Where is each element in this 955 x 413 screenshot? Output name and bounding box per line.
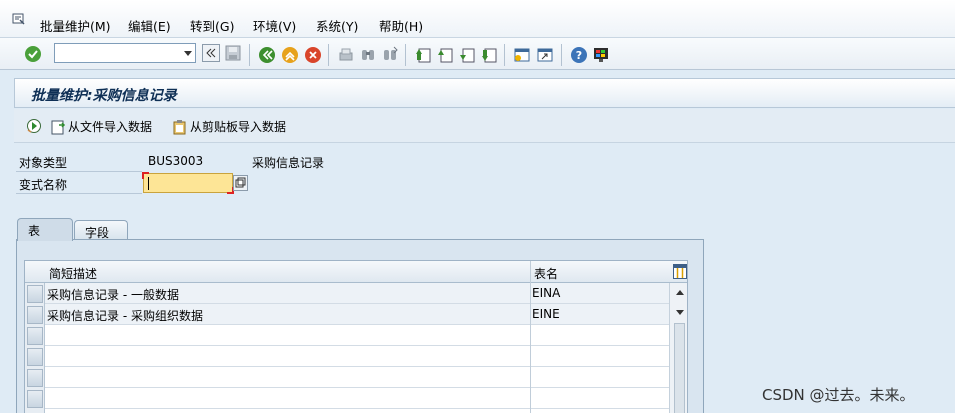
- find-next-icon[interactable]: [381, 46, 399, 64]
- label-underline: [16, 171, 142, 172]
- chevron-down-icon[interactable]: [184, 51, 192, 56]
- toolbar-separator: [504, 44, 505, 66]
- execute-icon[interactable]: [26, 118, 42, 134]
- row-table-name: EINE: [532, 307, 560, 321]
- standard-toolbar: ?: [0, 38, 955, 70]
- row-selector[interactable]: [27, 285, 43, 303]
- row-description: 采购信息记录 - 一般数据: [47, 288, 179, 302]
- shortcut-icon[interactable]: [536, 46, 554, 64]
- menu-grip-icon[interactable]: [12, 13, 26, 25]
- table-row-empty[interactable]: [45, 346, 669, 367]
- last-page-icon[interactable]: [480, 46, 498, 64]
- tab-fields-label: 字段: [85, 226, 110, 240]
- print-icon[interactable]: [337, 46, 355, 64]
- import-from-file-label: 从文件导入数据: [68, 120, 153, 134]
- find-icon[interactable]: [359, 46, 377, 64]
- object-type-description: 采购信息记录: [252, 156, 325, 170]
- application-toolbar: 从文件导入数据 从剪贴板导入数据: [14, 109, 955, 143]
- text-caret: [148, 177, 149, 190]
- variant-name-input[interactable]: [142, 172, 234, 194]
- menu-edit[interactable]: 编辑(E): [128, 16, 171, 35]
- scroll-down-icon[interactable]: [676, 310, 684, 315]
- row-description: 采购信息记录 - 采购组织数据: [47, 309, 203, 323]
- table-row[interactable]: 采购信息记录 - 采购组织数据 EINE: [45, 304, 669, 325]
- vertical-scrollbar[interactable]: [669, 283, 687, 413]
- table-settings-icon[interactable]: [673, 264, 687, 279]
- back-icon[interactable]: [258, 46, 276, 64]
- menu-system[interactable]: 系统(Y): [316, 16, 358, 35]
- toolbar-separator: [249, 44, 250, 66]
- clipboard-icon: [173, 119, 186, 134]
- tab-strip: 表 字段: [17, 218, 717, 241]
- value-help-icon[interactable]: [233, 175, 248, 191]
- structures-table: 简短描述 表名 采购信息记录 - 一般数据 EINA 采购信息记录 - 采购组织…: [24, 260, 688, 413]
- import-file-icon: [51, 120, 66, 134]
- object-type-label: 对象类型: [19, 156, 68, 170]
- row-selector[interactable]: [27, 327, 43, 345]
- table-header: 简短描述 表名: [25, 261, 687, 283]
- scroll-up-icon[interactable]: [676, 290, 684, 295]
- save-icon[interactable]: [224, 44, 242, 62]
- help-icon[interactable]: ?: [570, 46, 588, 64]
- import-from-clipboard-label: 从剪贴板导入数据: [190, 120, 287, 134]
- watermark: CSDN @过去。未来。: [762, 386, 915, 404]
- tab-fields[interactable]: 字段: [74, 220, 128, 241]
- next-page-icon[interactable]: [458, 46, 476, 64]
- scrollbar-thumb[interactable]: [674, 323, 685, 413]
- column-divider: [530, 261, 531, 413]
- collapse-icon[interactable]: [202, 44, 220, 62]
- menu-environment[interactable]: 环境(V): [253, 16, 296, 35]
- toolbar-separator: [328, 44, 329, 66]
- row-selector[interactable]: [27, 348, 43, 366]
- cancel-icon[interactable]: [304, 46, 322, 64]
- customize-layout-icon[interactable]: [592, 46, 610, 64]
- menu-batch-maintain[interactable]: 批量维护(M): [40, 16, 111, 35]
- row-selector[interactable]: [27, 306, 43, 324]
- menu-goto[interactable]: 转到(G): [190, 16, 234, 35]
- table-row-empty[interactable]: [45, 325, 669, 346]
- import-from-file-button[interactable]: 从文件导入数据: [50, 118, 152, 136]
- column-header-description[interactable]: 简短描述: [49, 265, 97, 282]
- column-header-table-name[interactable]: 表名: [534, 265, 558, 282]
- label-underline: [16, 193, 142, 194]
- tab-tables[interactable]: 表: [17, 218, 73, 241]
- table-row-empty[interactable]: [45, 388, 669, 409]
- row-selector-column: [25, 283, 45, 413]
- svg-text:?: ?: [576, 49, 582, 62]
- tab-tables-label: 表: [28, 224, 41, 238]
- enter-check-icon[interactable]: [24, 45, 42, 63]
- object-type-value: BUS3003: [148, 154, 204, 168]
- screen-title-bar: 批量维护:采购信息记录: [14, 78, 955, 108]
- exit-icon[interactable]: [281, 46, 299, 64]
- first-page-icon[interactable]: [414, 46, 432, 64]
- command-field[interactable]: [54, 43, 196, 63]
- page-title: 批量维护:采购信息记录: [31, 88, 177, 104]
- row-selector[interactable]: [27, 390, 43, 408]
- menu-bar: 批量维护(M) 编辑(E) 转到(G) 环境(V) 系统(Y) 帮助(H): [0, 0, 955, 38]
- toolbar-separator: [405, 44, 406, 66]
- previous-page-icon[interactable]: [436, 46, 454, 64]
- table-row[interactable]: 采购信息记录 - 一般数据 EINA: [45, 283, 669, 304]
- row-selector[interactable]: [27, 369, 43, 387]
- new-session-icon[interactable]: [513, 46, 531, 64]
- import-from-clipboard-button[interactable]: 从剪贴板导入数据: [172, 118, 286, 136]
- variant-name-label: 变式名称: [19, 178, 68, 192]
- row-table-name: EINA: [532, 286, 561, 300]
- toolbar-separator: [561, 44, 562, 66]
- table-row-empty[interactable]: [45, 367, 669, 388]
- menu-help[interactable]: 帮助(H): [379, 16, 423, 35]
